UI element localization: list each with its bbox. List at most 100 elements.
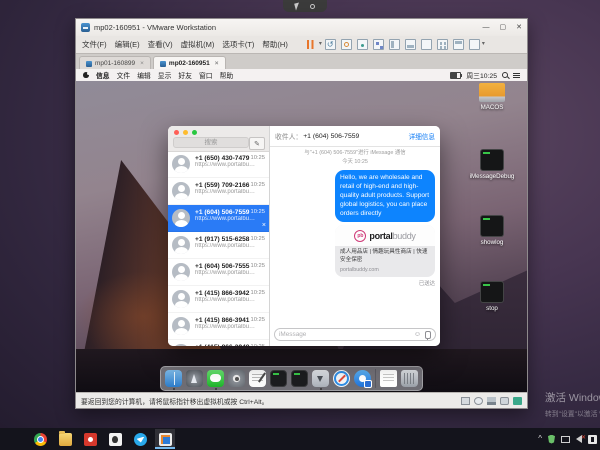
vmware-titlebar: mp02-160951 - VMware Workstation —▢✕ [76,19,527,36]
launchpad-dock-icon[interactable] [186,370,203,387]
close-traffic-light[interactable] [174,130,179,135]
message-log-icon[interactable] [513,397,522,405]
dock-separator[interactable] [375,369,376,388]
cursor-icon[interactable] [294,3,301,10]
message-input[interactable] [279,331,414,338]
conversation-row[interactable]: +1 (604) 506-7559 https://www.portalbudd… [168,205,269,232]
compose-button[interactable]: ✎ [249,137,265,150]
imessagedebug-file-icon[interactable]: iMessageDebug [469,149,515,215]
vm-tab-icon [86,61,92,67]
macos-menu-item[interactable]: 窗口 [199,70,213,80]
desktop-icon-label: stop [486,305,498,312]
display-settings-button[interactable] [469,39,480,50]
macos-dock [160,366,423,391]
maximize-button[interactable]: ▢ [500,23,507,32]
telegram-taskbar-icon[interactable] [130,429,150,449]
app-store-dock-icon[interactable] [354,370,371,387]
ime-indicator-icon[interactable] [588,435,597,444]
macos-menu-item[interactable]: 编辑 [137,70,151,80]
conversation-row[interactable]: +1 (650) 430-7479 https://www.portalbudd… [168,151,269,178]
volume-muted-icon[interactable] [576,435,582,443]
battery-icon[interactable] [450,72,461,79]
vm-tab[interactable]: mp02-160951 × [153,56,226,70]
macos-volume-icon[interactable]: MACOS [469,83,515,149]
close-button[interactable]: ✕ [516,23,522,32]
display-icon[interactable] [561,436,570,443]
conversation-row[interactable]: +1 (415) 866-3941 https://www.portalbudd… [168,313,269,340]
installer-dock-icon[interactable] [312,370,329,387]
security-shield-icon[interactable] [548,435,555,444]
zoom-traffic-light[interactable] [192,130,197,135]
macos-menu-item[interactable]: 好友 [178,70,192,80]
macos-menu-item[interactable]: 帮助 [220,70,234,80]
console-view-button[interactable] [453,39,464,50]
vm-tab-close-icon[interactable]: × [140,60,144,67]
showlog-file-icon[interactable]: showlog [469,215,515,281]
menubar-clock[interactable]: 周三10:25 [466,70,497,80]
conversation-row[interactable]: +1 (415) 866-3942 https://www.portalbudd… [168,286,269,313]
thumbnail-bar-button[interactable] [405,39,416,50]
microphone-icon[interactable] [425,331,431,339]
terminal-2-dock-icon[interactable] [291,370,308,387]
documents-dock-icon[interactable] [380,370,397,387]
conversation-row[interactable]: +1 (604) 506-7555 https://www.portalbudd… [168,259,269,286]
link-preview-card[interactable]: pb portalbuddy 成人用品店 | 情趣玩具性商店 | 快速安全保密 … [335,225,435,277]
vmware-menu-item[interactable]: 编辑(E) [115,39,140,50]
macos-menu-item[interactable]: 文件 [117,70,131,80]
safari-dock-icon[interactable] [333,370,350,387]
macos-menu-item[interactable]: 显示 [158,70,172,80]
show-library-button[interactable] [389,39,400,50]
vm-tab[interactable]: mp01-160899 × [79,56,151,70]
spotlight-search-icon[interactable] [502,72,508,78]
chrome-taskbar-icon[interactable] [30,429,50,449]
vmware-taskbar-icon[interactable] [155,429,175,449]
apple-menu-icon[interactable] [83,72,89,78]
cd-rom-icon[interactable] [474,397,483,405]
take-snapshot-button[interactable] [357,39,368,50]
textedit-dock-icon[interactable] [249,370,266,387]
minimize-button[interactable]: — [483,23,490,32]
minimize-traffic-light[interactable] [183,130,188,135]
manage-snapshots-button[interactable] [373,39,384,50]
vmware-menu-item[interactable]: 文件(F) [82,39,107,50]
vmware-menu-item[interactable]: 选项卡(T) [222,39,254,50]
conversation-close-icon[interactable]: × [262,222,266,229]
recipient-number[interactable]: +1 (604) 506-7559 [303,133,359,140]
vmware-menu-item[interactable]: 查看(V) [148,39,173,50]
record-icon[interactable] [309,3,316,10]
tray-expand-icon[interactable]: ^ [538,434,542,444]
apple-app-taskbar-icon[interactable] [105,429,125,449]
emoji-icon[interactable]: ☺ [414,331,421,338]
stop-file-icon[interactable]: stop [469,281,515,347]
vmware-menu-item[interactable]: 虚拟机(M) [181,39,215,50]
terminal-dock-icon[interactable] [270,370,287,387]
windows-taskbar: ^ [0,428,600,450]
conversation-row[interactable]: +1 (917) 515-6258 https://www.portalbudd… [168,232,269,259]
suspend-button[interactable] [306,39,320,50]
usb-device-icon[interactable] [500,397,509,405]
avatar [172,155,190,173]
revert-snapshot-button[interactable] [341,39,352,50]
system-preferences-dock-icon[interactable] [228,370,245,387]
watermark-subtitle: 转到"设置"以激活 Wind [545,408,600,418]
app-menu-messages[interactable]: 信息 [96,70,110,80]
conversation-row[interactable]: +1 (415) 866-3948 https://www.portalbudd… [168,340,269,346]
finder-dock-icon[interactable] [165,370,182,387]
fullscreen-button[interactable] [421,39,432,50]
messages-dock-icon[interactable] [207,370,224,387]
conversation-time: 10:25 [250,317,265,323]
network-adapter-icon[interactable] [487,397,496,405]
search-input[interactable] [173,137,249,148]
trash-dock-icon[interactable] [401,370,418,387]
unity-mode-button[interactable] [437,39,448,50]
file-explorer-taskbar-icon[interactable] [55,429,75,449]
red-app-taskbar-icon[interactable] [80,429,100,449]
hard-disk-icon[interactable] [461,397,470,405]
vm-tab-close-icon[interactable]: × [215,60,219,67]
notification-center-icon[interactable] [513,72,520,78]
details-link[interactable]: 详细信息 [409,131,435,141]
chat-body: 与"+1 (604) 506-7559"进行 iMessage 通信 今天 10… [275,148,435,324]
vmware-menu-item[interactable]: 帮助(H) [262,39,287,50]
conversation-row[interactable]: +1 (559) 709-2166 https://www.portalbudd… [168,178,269,205]
send-ctrl-alt-del-button[interactable] [325,39,336,50]
